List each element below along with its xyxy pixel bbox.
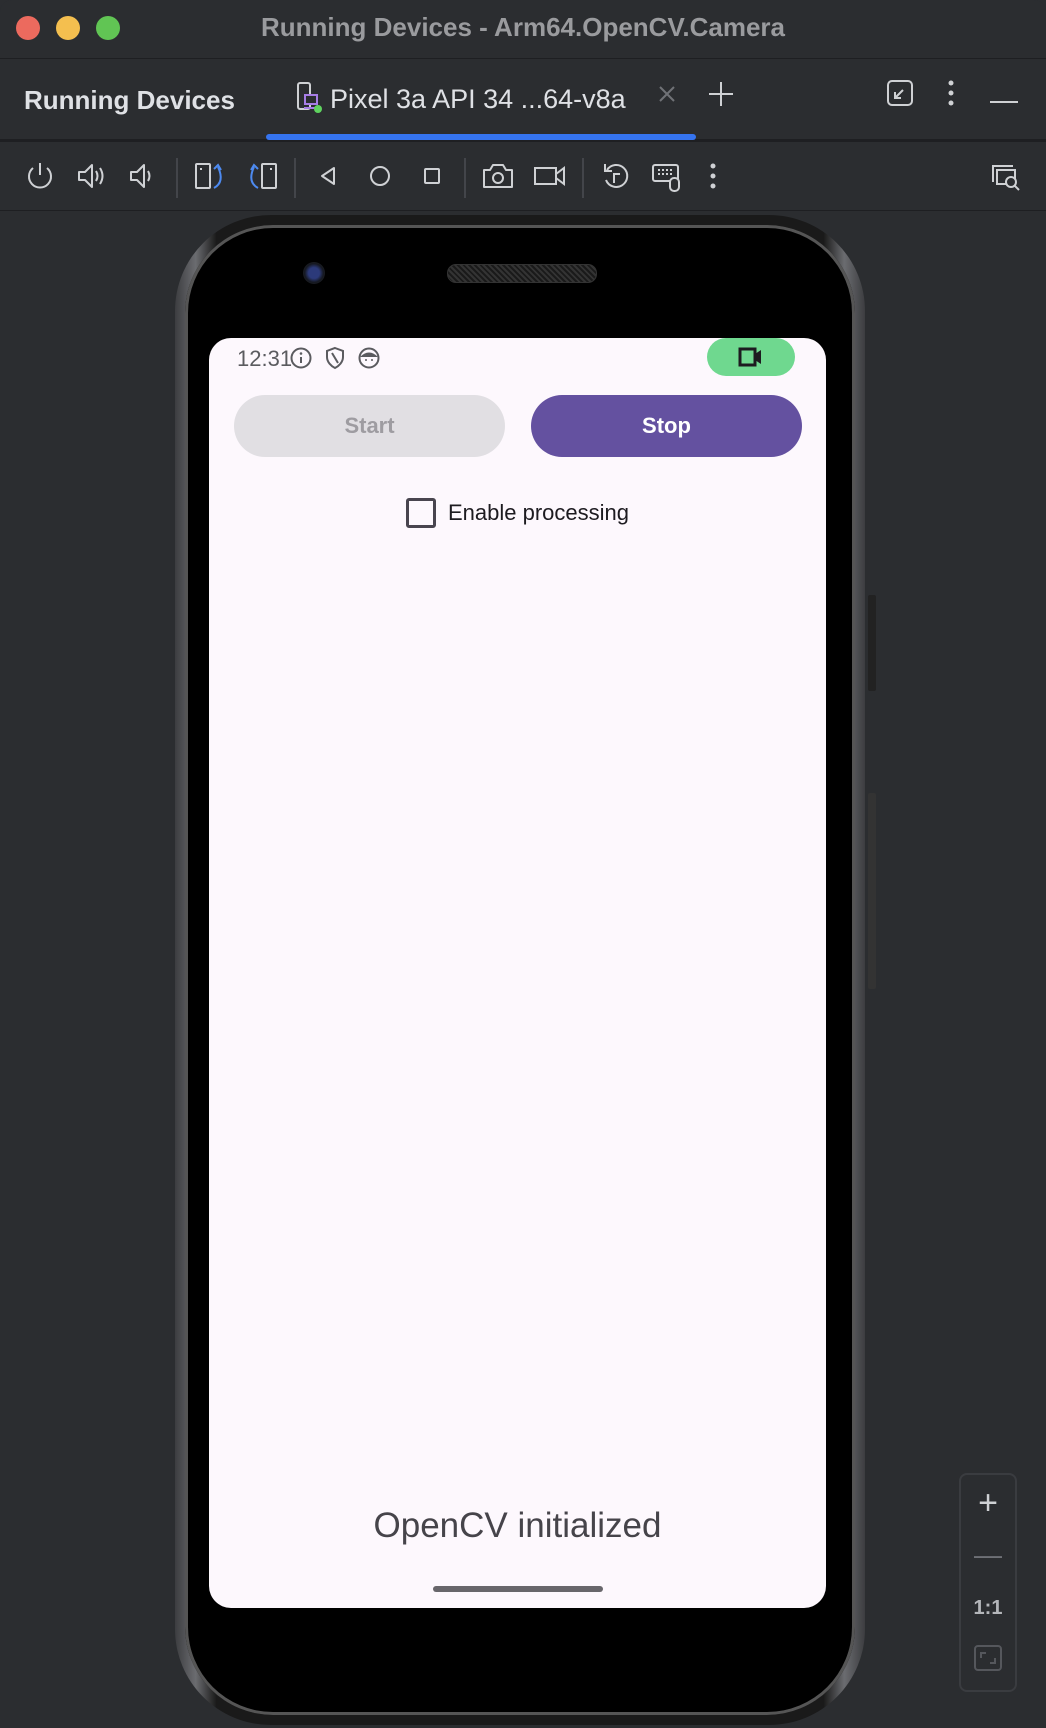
status-message: OpenCV initialized — [373, 1506, 662, 1545]
status-time: 12:31 — [237, 346, 293, 371]
toolbar-separator — [294, 158, 296, 198]
video-camera-icon — [738, 347, 764, 372]
power-icon[interactable] — [22, 158, 58, 194]
screen-record-icon[interactable] — [532, 158, 568, 194]
start-button[interactable]: Start — [234, 395, 505, 457]
screenshot-icon[interactable] — [480, 158, 516, 194]
keyboard-mouse-icon[interactable] — [650, 158, 686, 194]
reset-rotation-icon[interactable] — [598, 158, 634, 194]
overview-icon[interactable] — [414, 158, 450, 194]
device-volume-button — [868, 793, 876, 989]
tab-bar: Running Devices Pixel 3a API 34 ...64-v8… — [0, 59, 1046, 142]
zoom-controls: + — 1:1 — [959, 1473, 1017, 1692]
tab-label: Pixel 3a API 34 ...64-v8a — [330, 84, 626, 114]
front-camera — [303, 262, 325, 284]
more-vertical-icon[interactable] — [944, 79, 958, 112]
info-icon — [289, 346, 313, 370]
device-icon — [296, 81, 324, 118]
toolbar-separator — [582, 158, 584, 198]
panel-title: Running Devices — [24, 85, 235, 115]
device-power-button — [868, 595, 876, 691]
enable-processing-option[interactable]: Enable processing — [209, 498, 826, 534]
device-screen[interactable]: 12:31 Start Stop Enable processing OpenC… — [209, 338, 826, 1608]
stop-button[interactable]: Stop — [531, 395, 802, 457]
recording-indicator[interactable] — [707, 338, 795, 376]
enable-processing-checkbox[interactable] — [405, 498, 436, 528]
fit-screen-icon[interactable] — [974, 1645, 1002, 1676]
zoom-in-button[interactable]: + — [961, 1483, 1015, 1523]
actual-size-button[interactable]: 1:1 — [961, 1593, 1015, 1623]
earpiece-speaker — [447, 264, 597, 283]
enable-processing-label: Enable processing — [447, 500, 629, 525]
volume-up-icon[interactable] — [74, 158, 110, 194]
restore-down-icon[interactable] — [886, 79, 914, 112]
rotate-left-icon[interactable] — [192, 158, 228, 194]
close-tab-icon[interactable] — [656, 83, 678, 110]
zoom-out-button[interactable]: — — [961, 1535, 1015, 1575]
android-face-icon — [357, 346, 381, 370]
tab-device[interactable]: Pixel 3a API 34 ...64-v8a — [266, 59, 696, 140]
shield-icon — [323, 346, 347, 370]
plus-icon[interactable] — [706, 79, 736, 114]
home-icon[interactable] — [362, 158, 398, 194]
window-search-icon[interactable] — [988, 158, 1024, 194]
rotate-right-icon[interactable] — [244, 158, 280, 194]
gesture-home-bar[interactable] — [433, 1586, 603, 1592]
toolbar-separator — [176, 158, 178, 198]
toolbar-separator — [464, 158, 466, 198]
window-title: Running Devices - Arm64.OpenCV.Camera — [260, 12, 786, 42]
volume-down-icon[interactable] — [124, 158, 160, 194]
minimize-icon[interactable] — [990, 91, 1018, 109]
back-icon[interactable] — [310, 158, 346, 194]
more-vertical-icon[interactable] — [706, 158, 742, 194]
device-toolbar — [0, 142, 1046, 211]
window-title-bar: Running Devices - Arm64.OpenCV.Camera — [0, 0, 1046, 59]
active-tab-indicator — [266, 134, 696, 140]
